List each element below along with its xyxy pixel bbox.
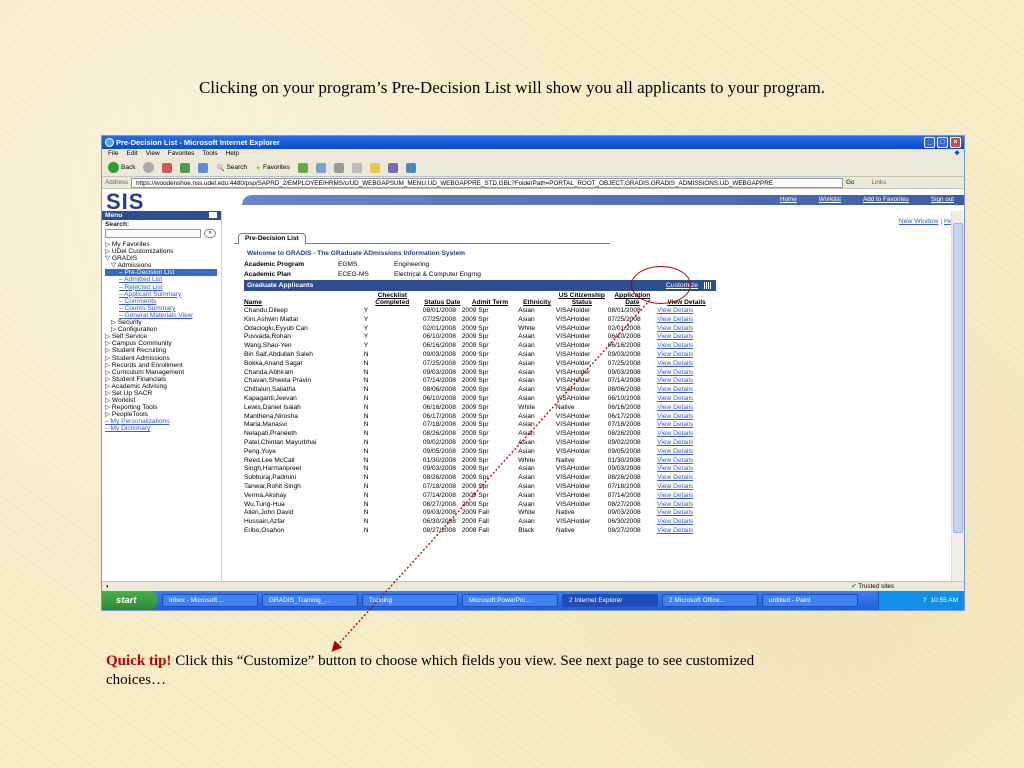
quick-tip-label: Quick tip!	[106, 653, 172, 669]
quick-tip-text: Click this “Customize” button to choose …	[106, 653, 755, 688]
quick-tip: Quick tip! Click this “Customize” button…	[106, 652, 806, 690]
